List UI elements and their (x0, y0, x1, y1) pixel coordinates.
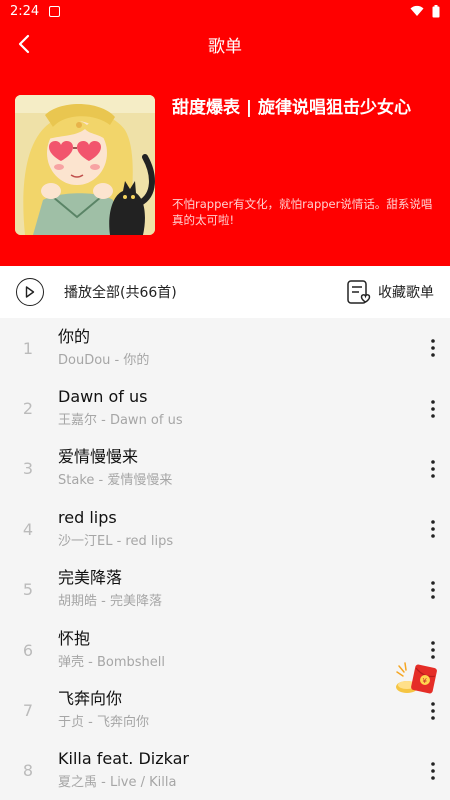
song-row[interactable]: 2 Dawn of us 王嘉尔 - Dawn of us (0, 378, 450, 438)
song-title: 爱情慢慢来 (58, 447, 139, 467)
song-info: 你的 DouDou - 你的 (56, 326, 418, 371)
more-button[interactable] (418, 449, 448, 489)
collect-playlist-button[interactable]: 收藏歌单 (346, 279, 434, 305)
song-info: 飞奔向你 于贞 - 飞奔向你 (56, 688, 418, 733)
more-button[interactable] (418, 570, 448, 610)
page-title: 歌单 (208, 36, 242, 57)
more-button[interactable] (418, 691, 448, 731)
song-subtitle: 弹壳 - Bombshell (58, 654, 165, 670)
song-index: 3 (22, 459, 34, 479)
song-title: red lips (58, 507, 117, 527)
red-packet-icon: ¥ (396, 662, 437, 694)
song-title: 怀抱 (58, 628, 91, 648)
more-vertical-icon (431, 399, 435, 418)
app-bar: 歌单 (0, 22, 450, 66)
svg-text:¥: ¥ (423, 677, 428, 685)
notification-icon (49, 5, 61, 17)
playlist-description[interactable]: 不怕rapper有文化，就怕rapper说情话。甜系说唱真的太可啦! (172, 196, 440, 228)
song-index: 5 (22, 580, 34, 600)
more-vertical-icon (431, 460, 435, 478)
status-icons (410, 4, 440, 18)
status-bar: 2:24 (0, 0, 450, 22)
song-row[interactable]: 7 飞奔向你 于贞 - 飞奔向你 (0, 680, 450, 740)
back-button[interactable] (8, 28, 40, 60)
red-packet-button[interactable]: ¥ (393, 660, 441, 696)
more-vertical-icon (431, 641, 435, 659)
song-index: 7 (22, 701, 34, 721)
back-arrow-icon (18, 34, 30, 54)
song-index: 2 (22, 399, 34, 419)
more-vertical-icon (431, 520, 435, 539)
song-subtitle: 王嘉尔 - Dawn of us (58, 413, 183, 429)
song-subtitle: 夏之禹 - Live / Killa (58, 775, 177, 791)
song-info: Killa feat. Dizkar 夏之禹 - Live / Killa (56, 748, 418, 793)
collect-label: 收藏歌单 (378, 285, 434, 301)
song-index: 1 (22, 338, 34, 358)
play-all-label[interactable]: 播放全部(共66首) (64, 282, 177, 302)
song-info: red lips 沙一汀EL - red lips (56, 507, 418, 552)
song-subtitle: 沙一汀EL - red lips (58, 533, 174, 549)
action-bar: 播放全部(共66首) 收藏歌单 (0, 266, 450, 318)
song-title: 飞奔向你 (58, 689, 123, 709)
play-all-button[interactable] (16, 278, 44, 306)
song-subtitle: 胡期皓 - 完美降落 (58, 594, 162, 610)
play-circle-icon (25, 286, 35, 298)
song-title: Killa feat. Dizkar (58, 749, 189, 769)
playlist-cover[interactable] (15, 95, 155, 235)
song-title: 你的 (58, 326, 91, 346)
playlist-header: 甜度爆表 | 旋律说唱狙击少女心 不怕rapper有文化，就怕rapper说情话… (0, 66, 450, 266)
song-title: Dawn of us (58, 387, 148, 407)
more-vertical-icon (431, 701, 435, 720)
song-info: 完美降落 胡期皓 - 完美降落 (56, 567, 418, 612)
song-subtitle: Stake - 爱情慢慢来 (58, 473, 173, 489)
song-row[interactable]: 6 怀抱 弹壳 - Bombshell (0, 620, 450, 680)
playlist-title: 甜度爆表 | 旋律说唱狙击少女心 (172, 98, 412, 118)
song-info: Dawn of us 王嘉尔 - Dawn of us (56, 386, 418, 431)
song-index: 4 (22, 519, 34, 539)
song-row[interactable]: 3 爱情慢慢来 Stake - 爱情慢慢来 (0, 439, 450, 499)
more-vertical-icon (431, 339, 435, 357)
status-time: 2:24 (10, 3, 40, 19)
song-list-card: 播放全部(共66首) 收藏歌单 1 你的 DouDou - 你的 2 Dawn … (0, 266, 450, 800)
more-button[interactable] (418, 389, 448, 429)
more-button[interactable] (418, 509, 448, 549)
song-info: 爱情慢慢来 Stake - 爱情慢慢来 (56, 446, 418, 491)
song-row[interactable]: 8 Killa feat. Dizkar 夏之禹 - Live / Killa (0, 741, 450, 800)
song-subtitle: 于贞 - 飞奔向你 (58, 715, 149, 731)
more-button[interactable] (418, 751, 448, 791)
battery-icon (432, 4, 440, 17)
song-row[interactable]: 1 你的 DouDou - 你的 (0, 318, 450, 378)
song-title: 完美降落 (58, 568, 123, 588)
song-index: 6 (22, 640, 34, 660)
wifi-icon (410, 5, 424, 16)
song-index: 8 (22, 761, 34, 781)
cover-illustration (15, 95, 155, 235)
song-list: 1 你的 DouDou - 你的 2 Dawn of us 王嘉尔 - Dawn… (0, 318, 450, 800)
more-vertical-icon (431, 580, 435, 599)
song-subtitle: DouDou - 你的 (58, 352, 150, 368)
song-info: 怀抱 弹壳 - Bombshell (56, 628, 418, 673)
more-button[interactable] (418, 328, 448, 368)
song-row[interactable]: 4 red lips 沙一汀EL - red lips (0, 499, 450, 559)
collect-list-icon (347, 280, 371, 304)
more-vertical-icon (431, 762, 435, 780)
song-row[interactable]: 5 完美降落 胡期皓 - 完美降落 (0, 560, 450, 620)
